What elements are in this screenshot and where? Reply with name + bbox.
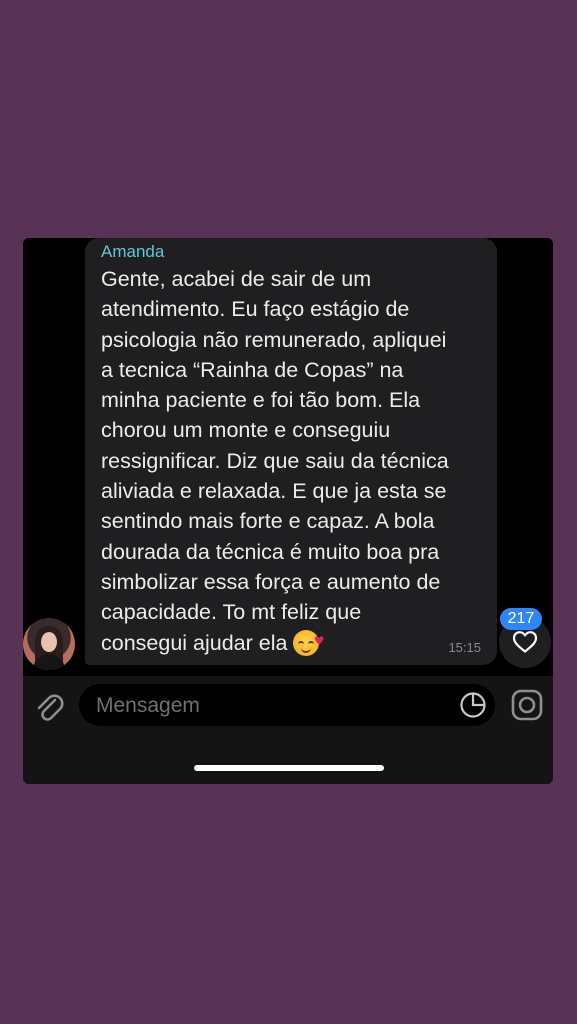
sender-name[interactable]: Amanda xyxy=(101,242,164,262)
camera-icon[interactable] xyxy=(510,688,544,722)
message-line: sentindo mais forte e capaz. A bola xyxy=(101,509,435,534)
message-bubble[interactable]: Amanda Gente, acabei de sair de um atend… xyxy=(85,238,497,665)
sticker-icon[interactable] xyxy=(459,691,487,719)
message-line: Gente, acabei de sair de um xyxy=(101,267,372,291)
message-line: consegui ajudar ela xyxy=(101,630,288,655)
reaction-count-badge: 217 xyxy=(500,608,542,630)
home-indicator[interactable] xyxy=(194,765,384,771)
message-text: Gente, acabei de sair de um atendimento.… xyxy=(101,264,493,658)
heart-icon xyxy=(512,631,538,653)
message-line: ressignificar. Diz que saiu da técnica xyxy=(101,448,449,473)
paperclip-icon[interactable] xyxy=(33,690,65,726)
avatar-face xyxy=(41,632,57,652)
message-line: aliviada e relaxada. E que ja esta se xyxy=(101,479,447,504)
message-line: capacidade. To mt feliz que xyxy=(101,600,362,625)
message-line: minha paciente e foi tão bom. Ela xyxy=(101,388,421,413)
message-input-placeholder: Mensagem xyxy=(96,694,200,717)
chat-screenshot: Amanda Gente, acabei de sair de um atend… xyxy=(23,238,553,784)
message-timestamp: 15:15 xyxy=(448,640,481,655)
message-line: a tecnica “Rainha de Copas” na xyxy=(101,357,404,382)
smiling-face-with-hearts-icon: ♥ xyxy=(293,629,324,656)
message-input[interactable]: Mensagem xyxy=(79,684,495,726)
message-line: psicologia não remunerado, apliquei xyxy=(101,327,447,352)
message-line: simbolizar essa força e aumento de xyxy=(101,569,441,594)
message-line: atendimento. Eu faço estágio de xyxy=(101,297,410,322)
sender-avatar[interactable] xyxy=(23,618,75,670)
message-composer: Mensagem xyxy=(23,676,553,784)
message-line: dourada da técnica é muito boa pra xyxy=(101,539,440,564)
message-line: chorou um monte e conseguiu xyxy=(101,418,391,443)
